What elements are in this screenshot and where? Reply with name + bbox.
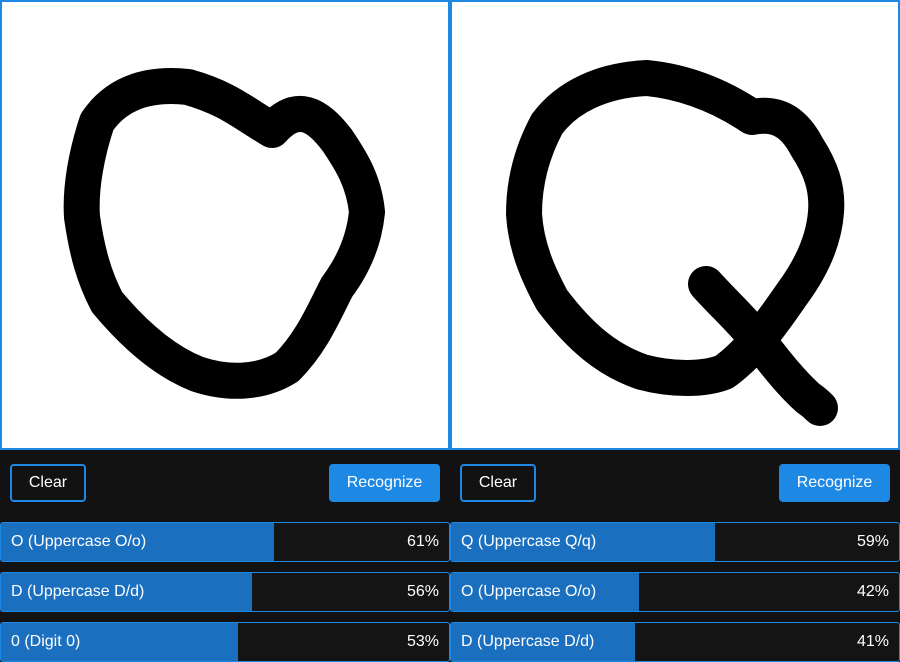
drawing-canvas[interactable] xyxy=(0,0,450,450)
clear-button[interactable]: Clear xyxy=(10,464,86,502)
recognize-button[interactable]: Recognize xyxy=(779,464,890,502)
result-row: D (Uppercase D/d) 41% xyxy=(450,622,900,662)
result-label: O (Uppercase O/o) xyxy=(461,583,597,600)
result-label: Q (Uppercase Q/q) xyxy=(461,533,597,550)
result-label: 0 (Digit 0) xyxy=(11,633,81,650)
result-label: D (Uppercase D/d) xyxy=(11,583,145,600)
recognize-button[interactable]: Recognize xyxy=(329,464,440,502)
handwriting-stroke-q xyxy=(506,60,845,426)
clear-button[interactable]: Clear xyxy=(460,464,536,502)
result-percent: 41% xyxy=(856,633,889,650)
recognizer-panel-left: Clear Recognize O (Uppercase O/o) 61% D … xyxy=(0,0,450,662)
result-row: O (Uppercase O/o) 61% xyxy=(0,522,450,562)
drawing-canvas[interactable] xyxy=(450,0,900,450)
result-label: O (Uppercase O/o) xyxy=(11,533,147,550)
result-row: O (Uppercase O/o) 42% xyxy=(450,572,900,612)
recognizer-panel-right: Clear Recognize Q (Uppercase Q/q) 59% O … xyxy=(450,0,900,662)
result-percent: 61% xyxy=(406,533,439,550)
result-percent: 53% xyxy=(406,633,439,650)
result-row: Q (Uppercase Q/q) 59% xyxy=(450,522,900,562)
result-label: D (Uppercase D/d) xyxy=(461,633,595,650)
result-row: D (Uppercase D/d) 56% xyxy=(0,572,450,612)
result-percent: 59% xyxy=(856,533,889,550)
result-percent: 42% xyxy=(856,583,889,600)
handwriting-stroke-o xyxy=(63,68,385,399)
result-row: 0 (Digit 0) 53% xyxy=(0,622,450,662)
result-percent: 56% xyxy=(406,583,439,600)
